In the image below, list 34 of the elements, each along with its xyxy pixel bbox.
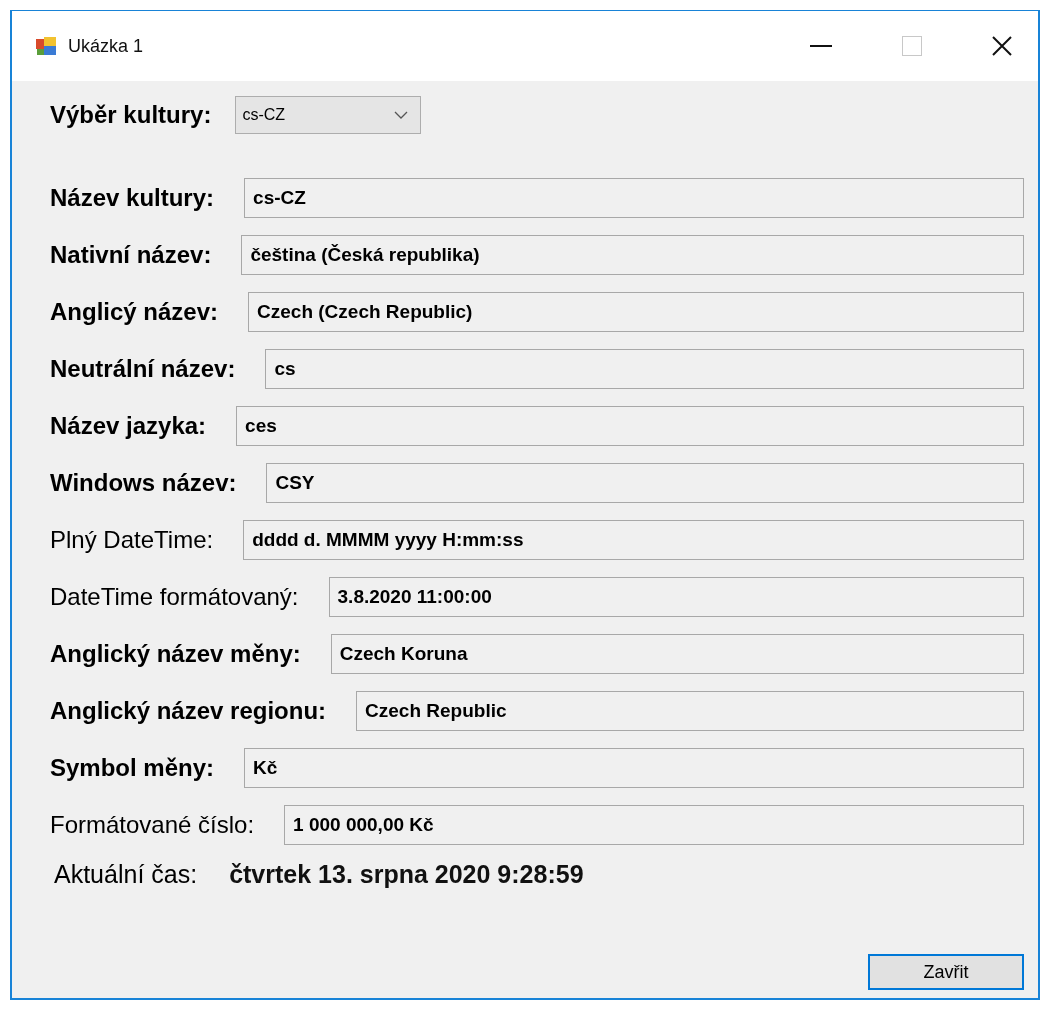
text-field[interactable]: cs bbox=[265, 349, 1024, 389]
field-label: Formátované číslo: bbox=[50, 811, 255, 839]
text-field[interactable]: čeština (Česká republika) bbox=[241, 235, 1024, 275]
field-label: Plný DateTime: bbox=[50, 526, 214, 554]
field-label: Symbol měny: bbox=[50, 754, 215, 782]
field-label: Anglický název regionu: bbox=[50, 697, 327, 725]
text-field[interactable]: Czech Koruna bbox=[330, 634, 1024, 674]
field-label: Anglický název měny: bbox=[50, 640, 301, 668]
close-button[interactable]: Zavřit bbox=[868, 954, 1024, 990]
minimize-icon[interactable] bbox=[810, 45, 832, 47]
field-label: Windows název: bbox=[50, 469, 237, 497]
text-field[interactable]: 1 000 000,00 Kč bbox=[284, 805, 1024, 845]
text-field[interactable]: dddd d. MMMM yyyy H:mm:ss bbox=[243, 520, 1024, 560]
field-label: Výběr kultury: bbox=[50, 101, 212, 129]
text-field[interactable]: CSY bbox=[266, 463, 1024, 503]
field-label: Neutrální název: bbox=[50, 355, 236, 383]
window-title: Ukázka 1 bbox=[68, 35, 144, 57]
text-field[interactable]: cs-CZ bbox=[244, 178, 1024, 218]
time-label: Aktuální čas: bbox=[54, 860, 198, 889]
text-field[interactable]: 3.8.2020 11:00:00 bbox=[328, 577, 1024, 617]
field-label: Anglicý název: bbox=[50, 298, 219, 326]
field-label: Název jazyka: bbox=[50, 412, 207, 440]
field-label: Nativní název: bbox=[50, 241, 212, 269]
text-field[interactable]: Czech (Czech Republic) bbox=[248, 292, 1024, 332]
time-value: čtvrtek 13. srpna 2020 9:28:59 bbox=[229, 860, 584, 889]
close-icon[interactable] bbox=[992, 36, 1012, 56]
culture-dropdown[interactable]: cs-CZ bbox=[235, 96, 422, 134]
field-label: DateTime formátovaný: bbox=[50, 583, 299, 611]
text-field[interactable]: Kč bbox=[244, 748, 1024, 788]
text-field[interactable]: ces bbox=[236, 406, 1024, 446]
text-field[interactable]: Czech Republic bbox=[356, 691, 1024, 731]
app-icon bbox=[36, 37, 56, 55]
field-label: Název kultury: bbox=[50, 184, 215, 212]
chevron-icon bbox=[394, 111, 409, 119]
